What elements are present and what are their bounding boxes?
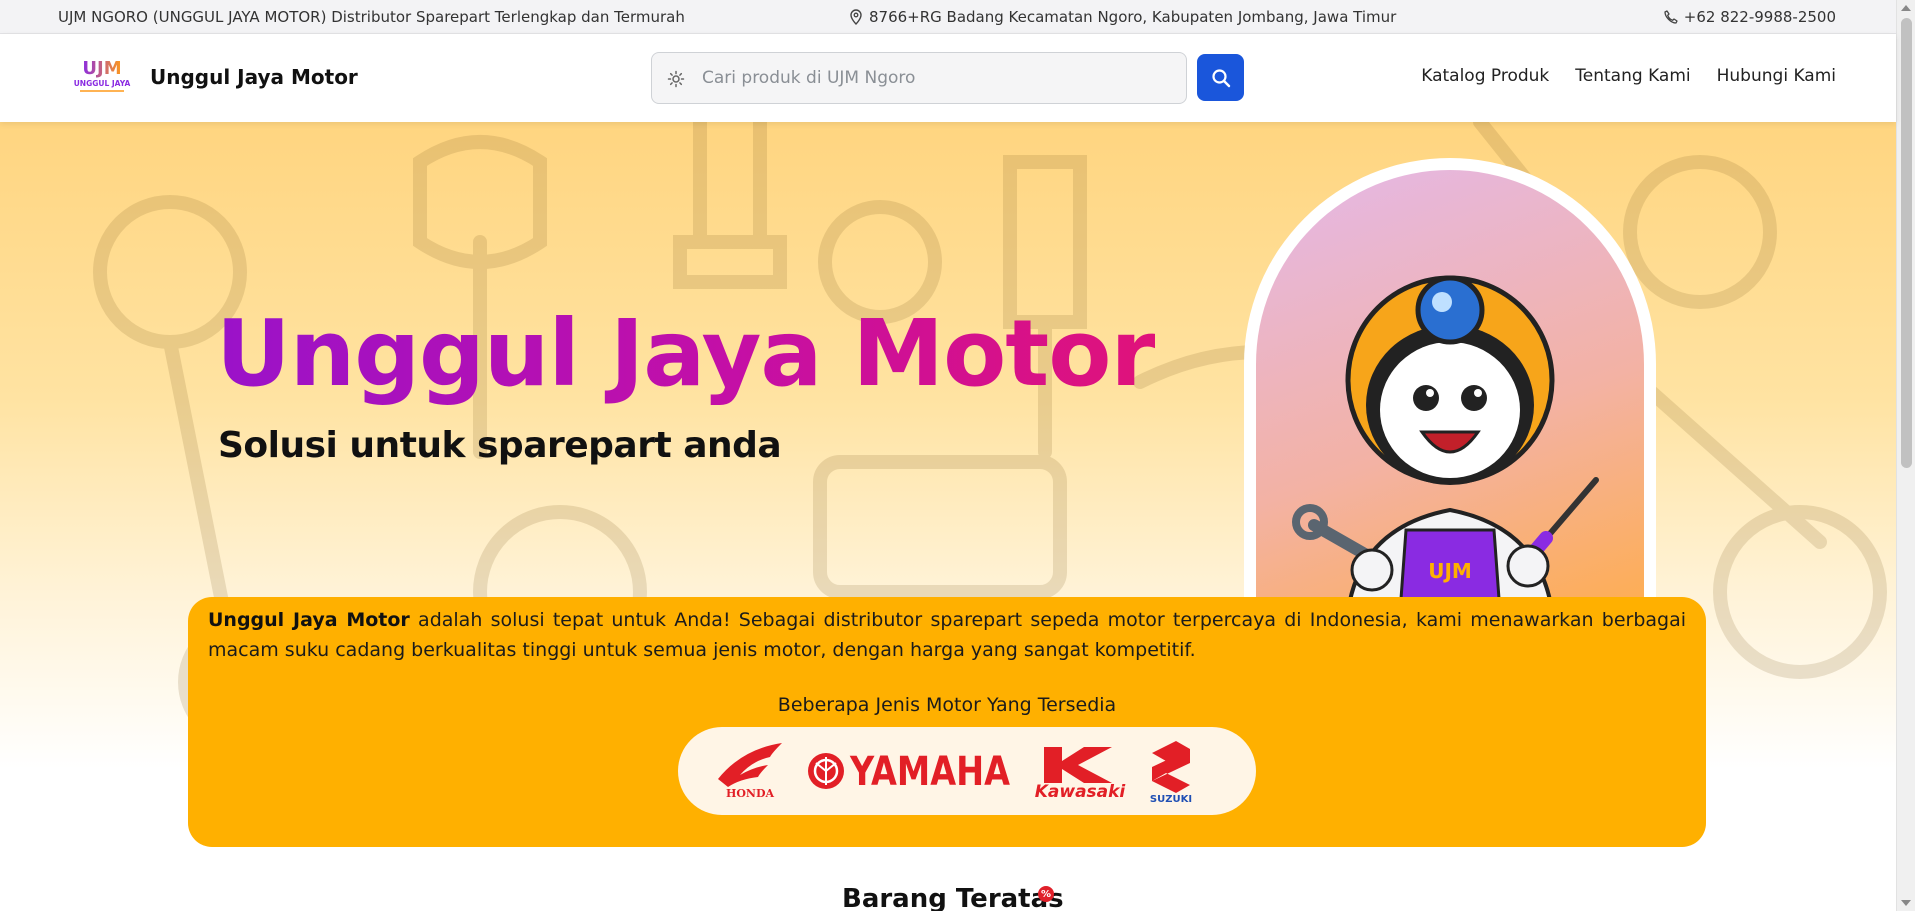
search-button[interactable] — [1197, 54, 1244, 101]
kawasaki-logo-text: Kawasaki — [1035, 782, 1127, 802]
gear-icon — [667, 70, 685, 88]
scroll-down-icon[interactable] — [1901, 900, 1911, 906]
suzuki-logo-text: SUZUKI — [1150, 794, 1192, 805]
discount-badge: % — [1038, 886, 1054, 902]
yamaha-logo-text: YAMAHA — [849, 749, 1010, 795]
scrollbar-thumb[interactable] — [1901, 18, 1912, 468]
address-text: 8766+RG Badang Kecamatan Ngoro, Kabupate… — [869, 8, 1397, 26]
svg-text:UNGGUL JAYA: UNGGUL JAYA — [74, 79, 131, 88]
search-box[interactable] — [651, 52, 1187, 104]
store-logo[interactable]: UJM UNGGUL JAYA — [66, 56, 138, 96]
brand-name[interactable]: Unggul Jaya Motor — [150, 65, 358, 89]
about-text: Unggul Jaya Motor adalah solusi tepat un… — [208, 605, 1686, 665]
yamaha-tuning-fork-icon: YAMAHA — [808, 749, 1010, 795]
motor-brands-strip: HONDA YAMAHA Kawasaki SUZUKI — [678, 727, 1256, 815]
nav-tentang-kami[interactable]: Tentang Kami — [1575, 66, 1690, 86]
site-header: UJM UNGGUL JAYA Unggul Jaya Motor Katalo… — [0, 34, 1896, 122]
store-tagline: UJM NGORO (UNGGUL JAYA MOTOR) Distributo… — [58, 8, 685, 26]
main-nav: Katalog Produk Tentang Kami Hubungi Kami — [1421, 66, 1836, 86]
scroll-up-icon[interactable] — [1901, 5, 1911, 11]
phone-text: +62 822-9988-2500 — [1683, 8, 1836, 26]
search-input[interactable] — [702, 53, 1172, 103]
store-phone[interactable]: +62 822-9988-2500 — [1664, 8, 1836, 26]
mascot-badge: UJM — [1428, 559, 1472, 583]
store-address: 8766+RG Badang Kecamatan Ngoro, Kabupate… — [849, 8, 1396, 26]
search-icon — [1211, 68, 1230, 87]
motor-types-label: Beberapa Jenis Motor Yang Tersedia — [777, 694, 1117, 716]
hero-subtitle: Solusi untuk sparepart anda — [218, 425, 782, 466]
about-card: Unggul Jaya Motor adalah solusi tepat un… — [188, 597, 1706, 847]
mascot-frame: UJM — [1244, 158, 1656, 640]
top-products-heading: Barang Teratas — [842, 884, 1064, 911]
nav-hubungi-kami[interactable]: Hubungi Kami — [1717, 66, 1836, 86]
mascot-illustration: UJM — [1292, 275, 1599, 640]
honda-wing-icon: HONDA — [718, 743, 782, 800]
nav-katalog-produk[interactable]: Katalog Produk — [1421, 66, 1549, 86]
top-info-bar: UJM NGORO (UNGGUL JAYA MOTOR) Distributo… — [0, 0, 1896, 34]
page-scrollbar[interactable] — [1896, 0, 1915, 911]
kawasaki-k-icon: Kawasaki — [1035, 747, 1127, 802]
phone-icon — [1664, 10, 1678, 24]
suzuki-s-icon: SUZUKI — [1150, 741, 1192, 805]
about-brand: Unggul Jaya Motor — [208, 609, 410, 631]
honda-logo-text: HONDA — [726, 787, 775, 800]
about-description: adalah solusi tepat untuk Anda! Sebagai … — [208, 609, 1687, 661]
hero-title: Unggul Jaya Motor — [216, 300, 1156, 407]
location-pin-icon — [850, 9, 862, 25]
svg-text:UJM: UJM — [82, 58, 121, 79]
